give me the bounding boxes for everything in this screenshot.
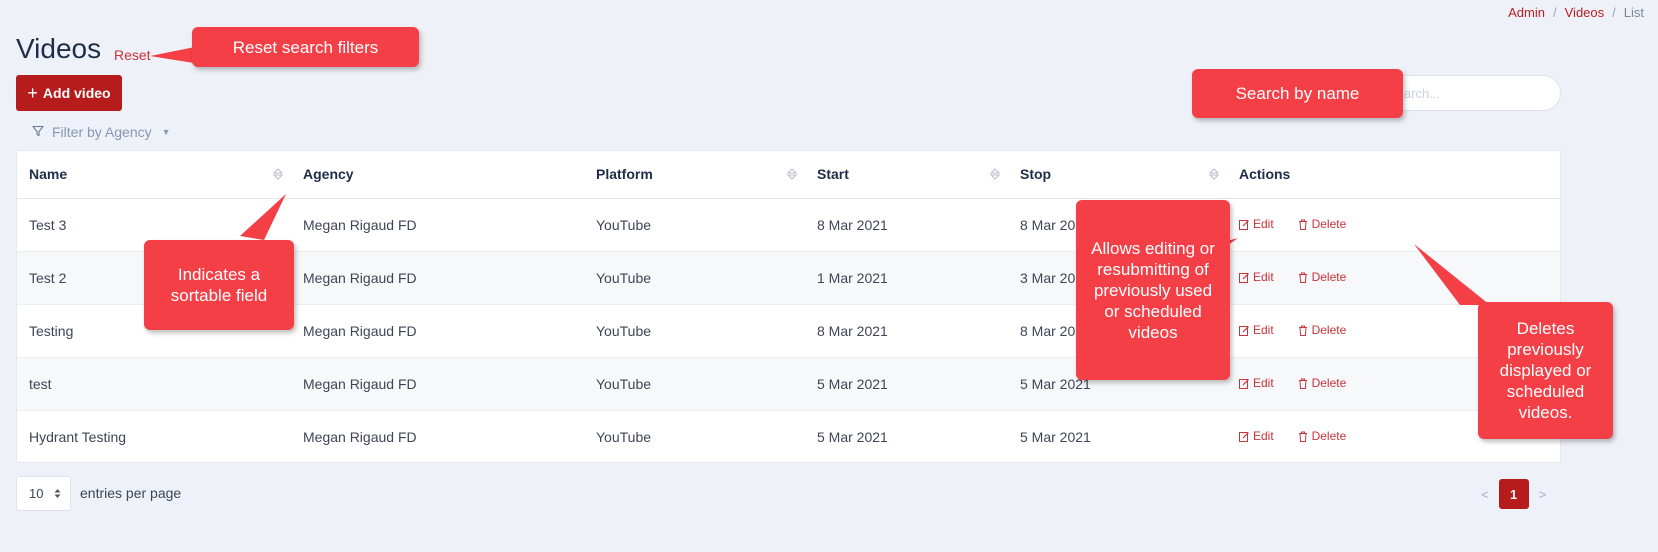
entries-per-page-label: entries per page [80, 485, 182, 501]
cell-actions: Edit Delete [1227, 251, 1560, 304]
column-header-start[interactable]: Start [805, 151, 1008, 198]
cell-name: Hydrant Testing [29, 428, 127, 445]
cell-agency: Megan Rigaud FD [303, 216, 417, 233]
per-page-value: 10 [29, 486, 44, 501]
cell-actions: Edit Delete [1227, 198, 1560, 251]
column-header-stop[interactable]: Stop [1008, 151, 1227, 198]
pagination-page-current[interactable]: 1 [1498, 479, 1529, 509]
page-title: Videos [16, 33, 102, 64]
trash-icon [1298, 219, 1307, 230]
callout-edit: Allows editing or resubmitting of previo… [1076, 200, 1230, 380]
breadcrumb-videos[interactable]: Videos [1565, 5, 1605, 20]
edit-icon [1239, 219, 1249, 230]
reset-filters-link[interactable]: Reset [114, 47, 151, 63]
cell-agency: Megan Rigaud FD [303, 375, 417, 392]
edit-icon [1239, 272, 1249, 283]
filter-label: Filter by Agency [52, 124, 152, 140]
cell-start: 1 Mar 2021 [817, 269, 888, 286]
add-video-button[interactable]: + Add video [16, 75, 122, 111]
updown-arrows-icon [54, 489, 61, 498]
edit-button[interactable]: Edit [1239, 217, 1274, 231]
delete-button[interactable]: Delete [1298, 270, 1346, 284]
pagination-next[interactable]: > [1539, 487, 1547, 502]
table-row: Hydrant Testing Megan Rigaud FD YouTube … [17, 410, 1560, 463]
delete-button[interactable]: Delete [1298, 217, 1346, 231]
column-header-platform[interactable]: Platform [584, 151, 805, 198]
edit-icon [1239, 431, 1249, 442]
edit-button[interactable]: Edit [1239, 376, 1274, 390]
sort-icon[interactable] [1209, 167, 1219, 181]
sort-icon[interactable] [787, 167, 797, 181]
edit-button[interactable]: Edit [1239, 323, 1274, 337]
delete-button[interactable]: Delete [1298, 429, 1346, 443]
trash-icon [1298, 378, 1307, 389]
add-video-label: Add video [42, 85, 111, 101]
column-header-agency[interactable]: Agency [291, 151, 584, 198]
caret-down-icon: ▼ [161, 127, 171, 137]
breadcrumb-current: List [1623, 5, 1644, 20]
cell-platform: YouTube [596, 375, 652, 392]
trash-icon [1298, 431, 1307, 442]
breadcrumb-admin[interactable]: Admin [1508, 5, 1545, 20]
pagination: < 1 > [1481, 479, 1546, 509]
edit-icon [1239, 378, 1249, 389]
breadcrumb: Admin / Videos / List [1508, 5, 1644, 20]
plus-icon: + [27, 83, 38, 103]
table-row: test Megan Rigaud FD YouTube 5 Mar 2021 … [17, 357, 1560, 410]
sort-icon[interactable] [990, 167, 1000, 181]
edit-button[interactable]: Edit [1239, 429, 1274, 443]
callout-sortable: Indicates a sortable field [144, 240, 294, 330]
cell-start: 8 Mar 2021 [817, 216, 888, 233]
cell-name: test [29, 375, 52, 392]
edit-icon [1239, 325, 1249, 336]
cell-start: 5 Mar 2021 [817, 428, 888, 445]
callout-search: Search by name [1192, 69, 1403, 118]
cell-stop: 5 Mar 2021 [1020, 428, 1091, 445]
pagination-prev[interactable]: < [1481, 487, 1489, 502]
cell-agency: Megan Rigaud FD [303, 269, 417, 286]
entries-per-page-select[interactable]: 10 [16, 476, 71, 511]
cell-platform: YouTube [596, 269, 652, 286]
edit-button[interactable]: Edit [1239, 270, 1274, 284]
breadcrumb-separator: / [1553, 5, 1557, 20]
column-header-name[interactable]: Name [17, 151, 291, 198]
cell-start: 5 Mar 2021 [817, 375, 888, 392]
cell-platform: YouTube [596, 428, 652, 445]
trash-icon [1298, 325, 1307, 336]
trash-icon [1298, 272, 1307, 283]
cell-platform: YouTube [596, 322, 652, 339]
callout-reset: Reset search filters [192, 27, 419, 67]
filter-icon [32, 124, 44, 140]
cell-start: 8 Mar 2021 [817, 322, 888, 339]
cell-agency: Megan Rigaud FD [303, 428, 417, 445]
sort-icon[interactable] [273, 167, 283, 181]
cell-platform: YouTube [596, 216, 652, 233]
table-header-row: Name Agency Platform Start Stop Actions [17, 151, 1560, 198]
column-header-actions: Actions [1239, 166, 1291, 183]
delete-button[interactable]: Delete [1298, 376, 1346, 390]
cell-agency: Megan Rigaud FD [303, 322, 417, 339]
callout-delete: Deletes previously displayed or schedule… [1478, 302, 1613, 439]
filter-by-agency-dropdown[interactable]: Filter by Agency ▼ [32, 124, 171, 140]
delete-button[interactable]: Delete [1298, 323, 1346, 337]
breadcrumb-separator: / [1612, 5, 1616, 20]
